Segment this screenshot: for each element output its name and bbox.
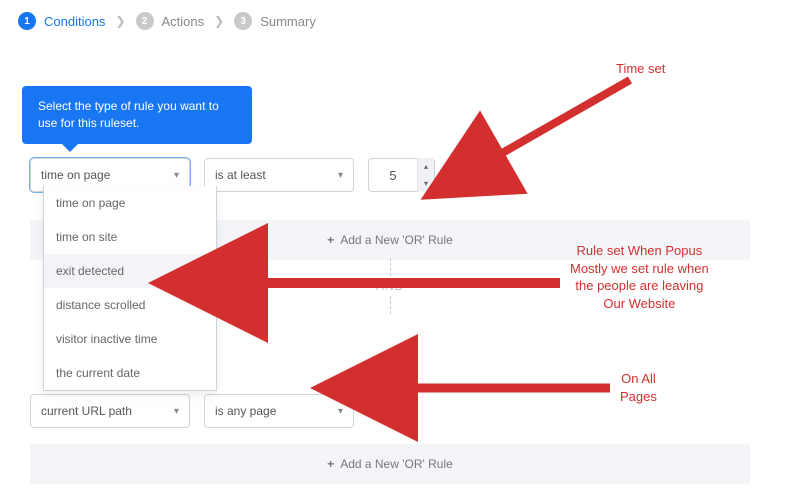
step-label: Conditions [44,14,105,29]
option-time-on-site[interactable]: time on site [44,220,216,254]
rule-type-dropdown: time on page time on site exit detected … [43,186,217,391]
annotation-time-set: Time set [616,60,665,78]
option-current-date[interactable]: the current date [44,356,216,390]
add-or-label: Add a New 'OR' Rule [340,233,453,247]
wizard-stepper: 1 Conditions ❯ 2 Actions ❯ 3 Summary [0,0,800,42]
rules-area: time on page ▾ is at least ▾ ▴ ▾ sec. ti… [0,152,800,484]
seconds-input-wrapper: ▴ ▾ [368,158,435,192]
number-spinner: ▴ ▾ [417,158,434,192]
select-value: current URL path [41,404,132,418]
add-or-label: Add a New 'OR' Rule [340,457,453,471]
select-value: time on page [41,168,110,182]
unit-label: sec. [457,168,479,182]
plus-icon: + [327,457,334,471]
chevron-down-icon: ▾ [338,170,343,181]
option-visitor-inactive[interactable]: visitor inactive time [44,322,216,356]
annotation-rule-set: Rule set When Popus Mostly we set rule w… [570,242,709,312]
step-actions[interactable]: 2 Actions [136,12,205,30]
option-time-on-page[interactable]: time on page [44,186,216,220]
rule-row-url: current URL path ▾ is any page ▾ [30,388,800,434]
step-number: 1 [18,12,36,30]
cursor-icon: ↖ [195,265,204,278]
and-label: AND [376,279,404,293]
step-number: 3 [234,12,252,30]
select-value: is at least [215,168,266,182]
step-summary[interactable]: 3 Summary [234,12,316,30]
chevron-down-icon: ▾ [338,406,343,417]
spin-up-button[interactable]: ▴ [418,158,434,175]
instruction-tooltip: Select the type of rule you want to use … [22,86,252,144]
seconds-input[interactable] [369,168,417,183]
step-conditions[interactable]: 1 Conditions [18,12,105,30]
select-value: is any page [215,404,276,418]
chevron-right-icon: ❯ [210,14,228,28]
url-operator-select[interactable]: is any page ▾ [204,394,354,428]
step-label: Actions [162,14,205,29]
plus-icon: + [327,233,334,247]
chevron-right-icon: ❯ [111,14,129,28]
option-label: exit detected [56,264,124,278]
add-or-rule-button-2[interactable]: + Add a New 'OR' Rule [30,444,750,484]
step-label: Summary [260,14,316,29]
spin-down-button[interactable]: ▾ [418,175,434,192]
option-exit-detected[interactable]: exit detected ↖ [44,254,216,288]
chevron-down-icon: ▾ [174,170,179,181]
operator-select[interactable]: is at least ▾ [204,158,354,192]
annotation-on-all: On All Pages [620,370,657,405]
option-distance-scrolled[interactable]: distance scrolled [44,288,216,322]
chevron-down-icon: ▾ [174,406,179,417]
step-number: 2 [136,12,154,30]
url-rule-type-select[interactable]: current URL path ▾ [30,394,190,428]
